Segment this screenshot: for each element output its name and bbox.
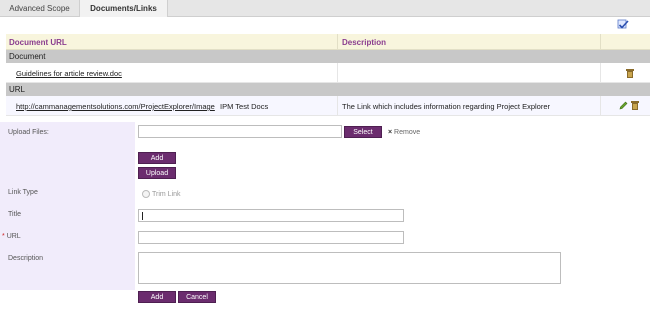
required-marker: * <box>2 233 5 240</box>
url-label-text: URL <box>6 233 21 240</box>
tab-advanced-scope[interactable]: Advanced Scope <box>0 0 80 17</box>
trash-icon[interactable] <box>631 101 639 110</box>
cancel-button[interactable]: Cancel <box>178 291 216 303</box>
documents-grid: Document URL Description Document Guidel… <box>6 34 650 116</box>
group-header-url: URL <box>6 83 650 96</box>
add-file-button[interactable]: Add <box>138 152 176 164</box>
table-row[interactable]: Guidelines for article review.doc <box>6 63 650 83</box>
upload-files-label: Upload Files: <box>8 129 49 136</box>
document-link[interactable]: Guidelines for article review.doc <box>16 69 122 78</box>
remove-label: Remove <box>394 129 421 136</box>
tab-documents-links[interactable]: Documents/Links <box>80 0 168 17</box>
column-header-url: Document URL <box>9 38 67 47</box>
trash-icon[interactable] <box>626 69 634 78</box>
trim-link-radio[interactable] <box>142 190 150 198</box>
grid-header: Document URL Description <box>6 34 650 50</box>
text-caret <box>142 212 143 220</box>
url-link[interactable]: http://cammanagementsolutions.com/Projec… <box>16 102 215 111</box>
upload-button[interactable]: Upload <box>138 167 176 179</box>
url-label: * URL <box>2 233 21 240</box>
url-input[interactable] <box>138 231 404 244</box>
select-button[interactable]: Select <box>344 126 382 138</box>
title-label: Title <box>8 211 21 218</box>
tab-bar: Advanced Scope Documents/Links <box>0 0 650 17</box>
table-row[interactable]: http://cammanagementsolutions.com/Projec… <box>6 96 650 116</box>
group-header-document: Document <box>6 50 650 63</box>
description-label: Description <box>8 255 44 262</box>
form-label-panel <box>0 122 135 290</box>
checkmark-icon[interactable] <box>617 19 629 31</box>
remove-link[interactable]: × Remove <box>388 129 420 136</box>
column-header-description: Description <box>342 38 387 47</box>
upload-file-input[interactable] <box>138 125 342 138</box>
title-input[interactable] <box>138 209 404 222</box>
link-name: IPM Test Docs <box>220 102 269 111</box>
link-description: The Link which includes information rega… <box>342 102 551 111</box>
link-type-label: Link Type <box>8 189 38 196</box>
trim-link-label: Trim Link <box>152 191 181 198</box>
pencil-icon[interactable] <box>619 101 628 110</box>
add-link-button[interactable]: Add <box>138 291 176 303</box>
description-textarea[interactable] <box>138 252 561 284</box>
